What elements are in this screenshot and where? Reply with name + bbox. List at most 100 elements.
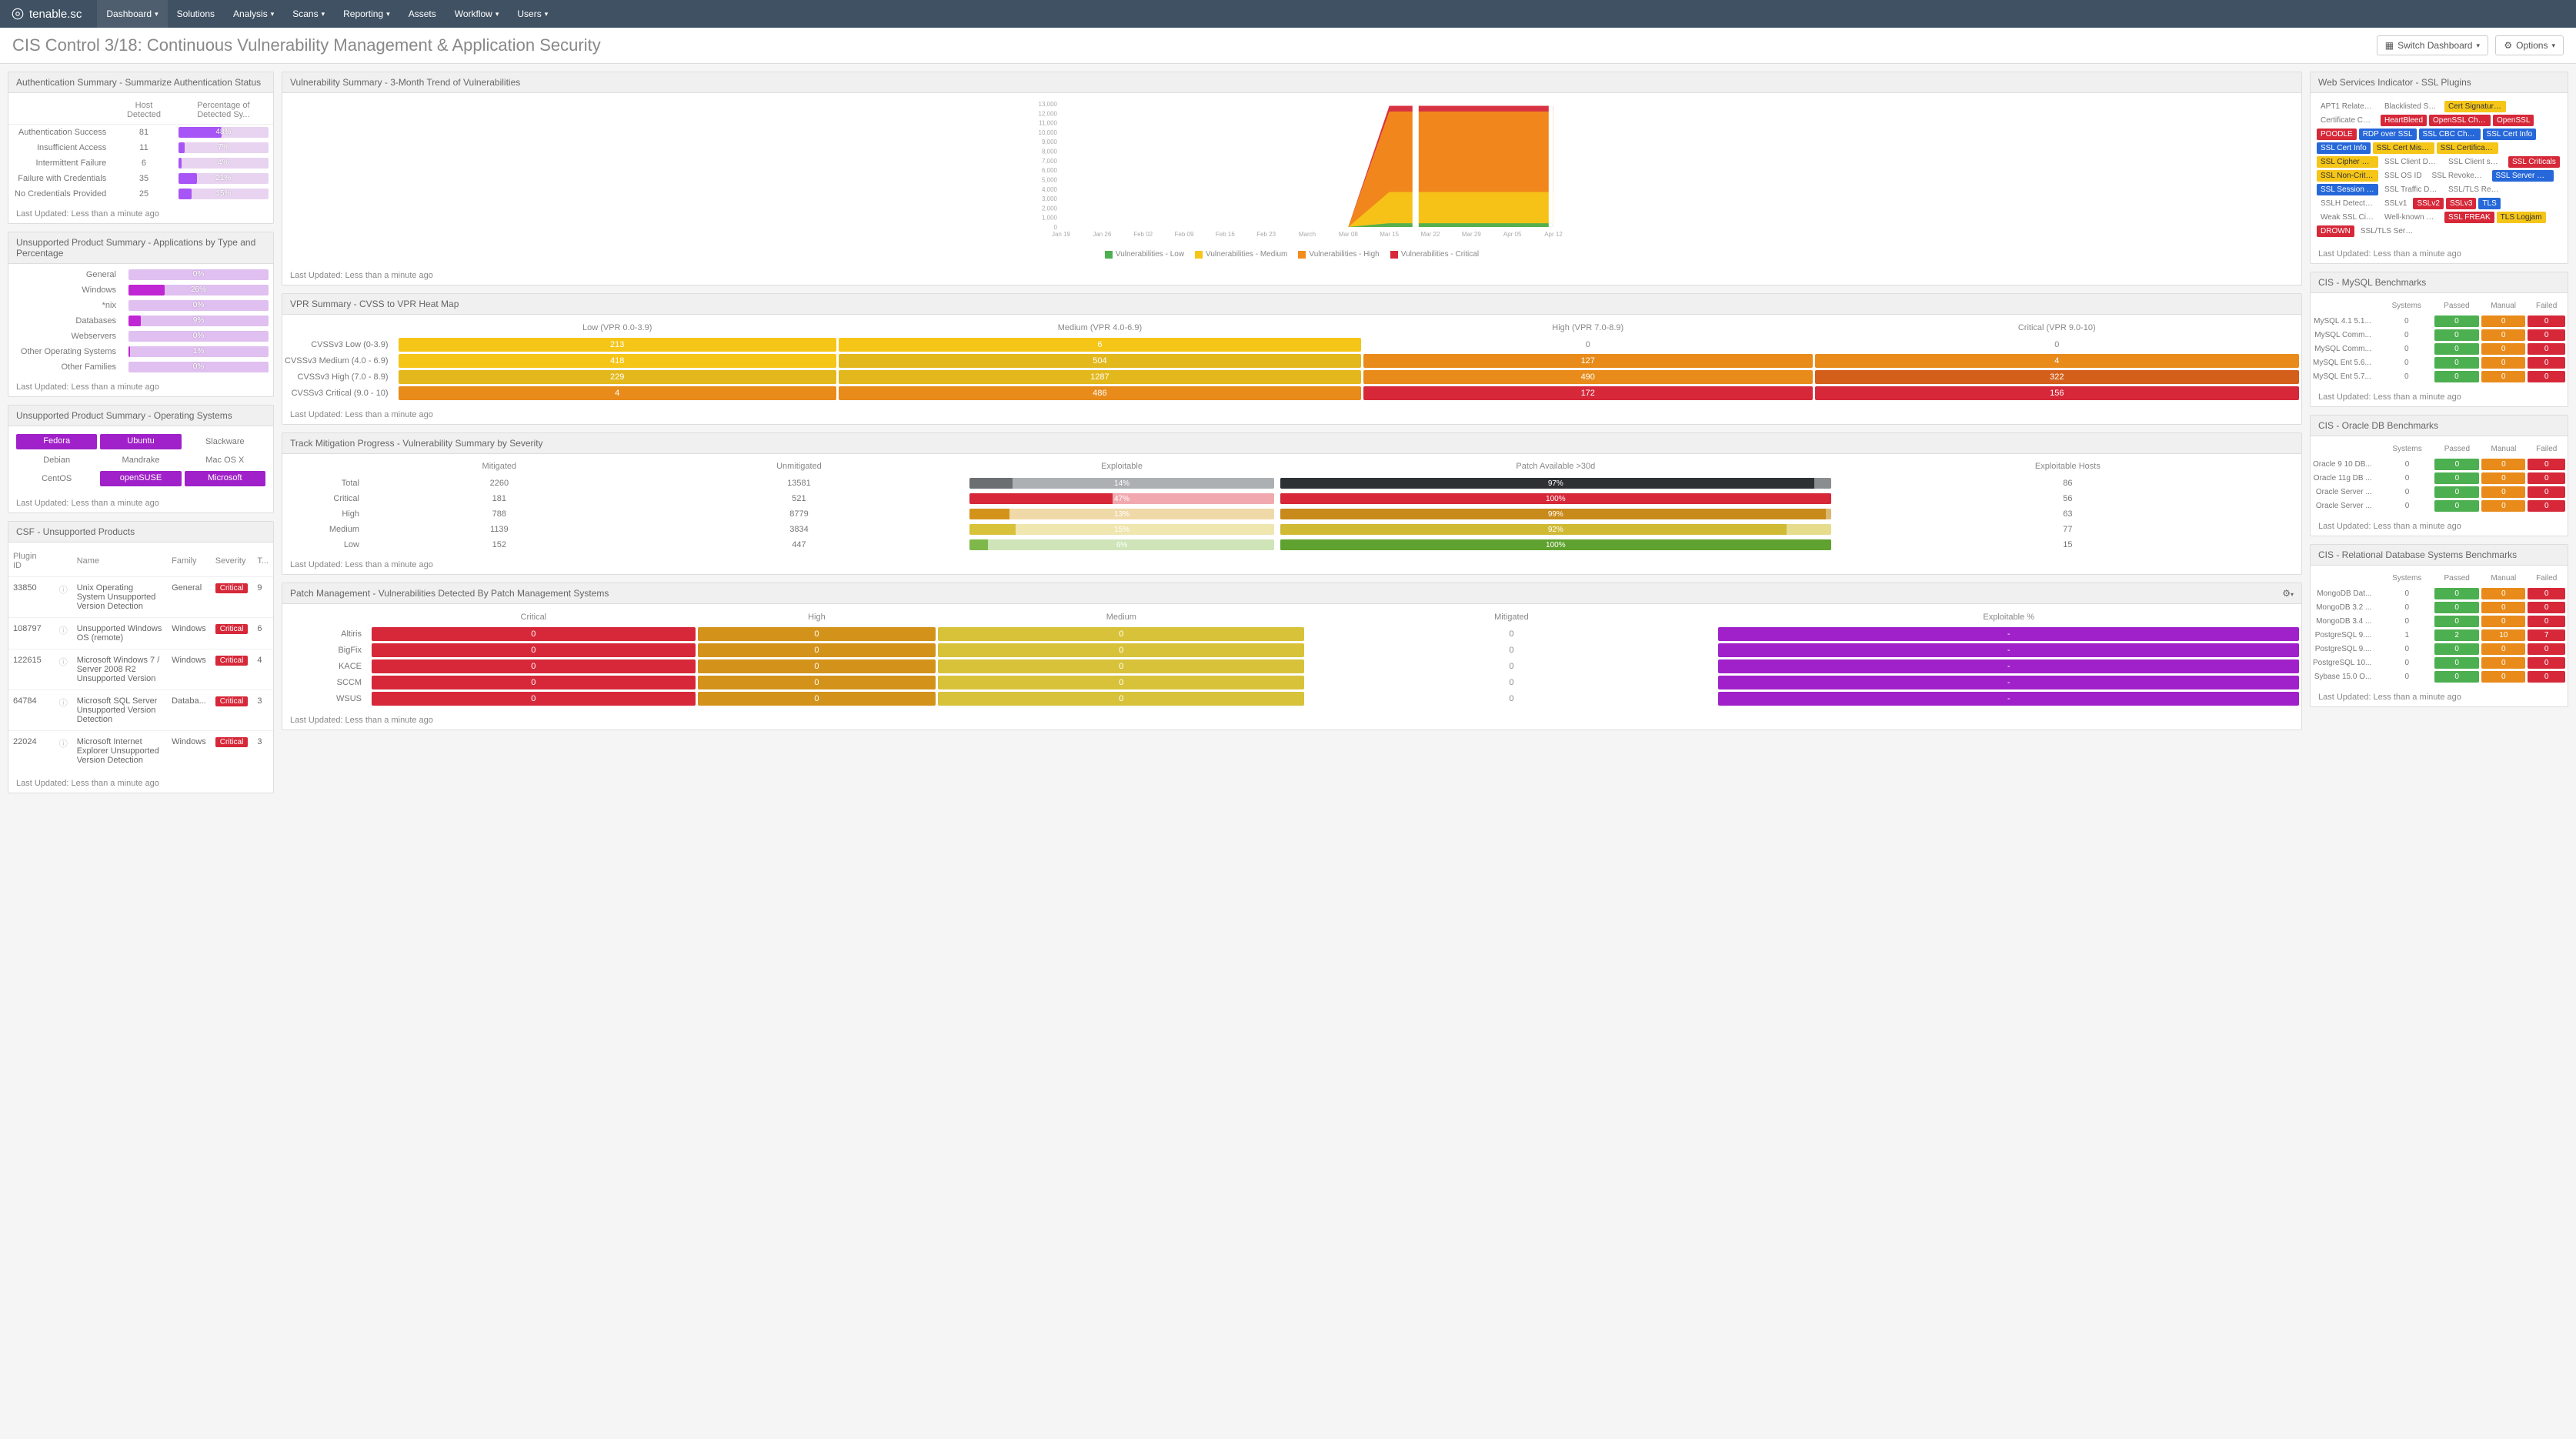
ssl-tag[interactable]: SSLv2	[2413, 198, 2443, 209]
pm-cell[interactable]: 0	[372, 692, 696, 706]
ssl-tag[interactable]: SSL Session Re	[2317, 184, 2378, 195]
table-row[interactable]: *nix0%	[8, 298, 273, 313]
info-icon[interactable]: ⓘ	[52, 731, 72, 772]
pm-cell[interactable]: 0	[372, 659, 696, 673]
table-row[interactable]: 33850ⓘUnix Operating System Unsupported …	[8, 577, 273, 618]
passed[interactable]: 0	[2434, 329, 2479, 341]
passed[interactable]: 0	[2434, 459, 2479, 470]
pm-cell[interactable]: 0	[938, 692, 1304, 706]
os-pill[interactable]: Mac OS X	[185, 452, 265, 468]
ssl-tag[interactable]: TLS	[2478, 198, 2500, 209]
passed[interactable]: 0	[2434, 486, 2479, 498]
failed[interactable]: 0	[2528, 459, 2565, 470]
failed[interactable]: 7	[2528, 629, 2565, 641]
ssl-tag[interactable]: SSL Revoked Ce	[2428, 170, 2490, 182]
options-button[interactable]: ⚙ Options ▾	[2495, 35, 2564, 55]
ssl-tag[interactable]: SSL FREAK	[2444, 212, 2494, 223]
ssl-tag[interactable]: SSL Client sessio	[2444, 156, 2506, 168]
failed[interactable]: 0	[2528, 472, 2565, 484]
ssl-tag[interactable]: SSL CBC Chaini	[2419, 129, 2481, 140]
failed[interactable]: 0	[2528, 371, 2565, 382]
heat-cell[interactable]: 0	[1363, 338, 1813, 352]
os-pill[interactable]: Ubuntu	[100, 434, 181, 449]
pm-cell[interactable]: 0	[372, 643, 696, 657]
passed[interactable]: 2	[2434, 629, 2479, 641]
ssl-tag[interactable]: DROWN	[2317, 225, 2354, 237]
failed[interactable]: 0	[2528, 343, 2565, 355]
table-row[interactable]: No Credentials Provided2515%	[8, 186, 273, 202]
pm-cell[interactable]: 0	[698, 643, 936, 657]
heat-cell[interactable]: 172	[1363, 386, 1813, 400]
table-row[interactable]: Webservers0%	[8, 329, 273, 344]
ssl-tag[interactable]: SSL/TLS Service	[2357, 225, 2418, 237]
info-icon[interactable]: ⓘ	[52, 690, 72, 731]
info-icon[interactable]: ⓘ	[52, 649, 72, 690]
ssl-tag[interactable]: HeartBleed	[2381, 115, 2427, 126]
manual[interactable]: 0	[2481, 588, 2525, 599]
manual[interactable]: 0	[2481, 316, 2525, 327]
os-pill[interactable]: openSUSE	[100, 471, 181, 486]
ssl-tag[interactable]: SSLH Detection	[2317, 198, 2378, 209]
table-row[interactable]: Windows26%	[8, 282, 273, 298]
ssl-tag[interactable]: Blacklisted SSL C	[2381, 101, 2442, 112]
pm-cell[interactable]: 0	[1306, 659, 1716, 673]
table-row[interactable]: Other Families0%	[8, 359, 273, 375]
pm-cell[interactable]: 0	[1306, 643, 1716, 657]
ssl-tag[interactable]: POODLE	[2317, 129, 2357, 140]
passed[interactable]: 0	[2434, 357, 2479, 369]
info-icon[interactable]: ⓘ	[52, 577, 72, 618]
manual[interactable]: 10	[2481, 629, 2525, 641]
passed[interactable]: 0	[2434, 316, 2479, 327]
pm-cell[interactable]: 0	[938, 643, 1304, 657]
table-row[interactable]: 64784ⓘMicrosoft SQL Server Unsupported V…	[8, 690, 273, 731]
manual[interactable]: 0	[2481, 616, 2525, 627]
heat-cell[interactable]: 213	[399, 338, 836, 352]
manual[interactable]: 0	[2481, 329, 2525, 341]
pm-cell[interactable]: 0	[698, 627, 936, 641]
ssl-tag[interactable]: SSLv3	[2446, 198, 2476, 209]
table-row[interactable]: Intermittent Failure64%	[8, 155, 273, 171]
pm-cell[interactable]: 0	[1306, 692, 1716, 706]
heat-cell[interactable]: 127	[1363, 354, 1813, 368]
os-pill[interactable]: Slackware	[185, 434, 265, 449]
heat-cell[interactable]: 4	[399, 386, 836, 400]
passed[interactable]: 0	[2434, 657, 2479, 669]
manual[interactable]: 0	[2481, 657, 2525, 669]
ssl-tag[interactable]: SSL Certificate E	[2437, 142, 2498, 154]
os-pill[interactable]: Mandrake	[100, 452, 181, 468]
pm-cell[interactable]: 0	[698, 676, 936, 689]
ssl-tag[interactable]: SSL Client Detec	[2381, 156, 2442, 168]
passed[interactable]: 0	[2434, 588, 2479, 599]
failed[interactable]: 0	[2528, 602, 2565, 613]
passed[interactable]: 0	[2434, 343, 2479, 355]
heat-cell[interactable]: 6	[839, 338, 1361, 352]
heat-cell[interactable]: 1287	[839, 370, 1361, 384]
passed[interactable]: 0	[2434, 616, 2479, 627]
table-row[interactable]: 22024ⓘMicrosoft Internet Explorer Unsupp…	[8, 731, 273, 772]
passed[interactable]: 0	[2434, 643, 2479, 655]
ssl-tag[interactable]: APT1 Related SS	[2317, 101, 2378, 112]
ssl-tag[interactable]: SSL/TLS Renego	[2444, 184, 2506, 195]
table-row[interactable]: Databases9%	[8, 313, 273, 329]
manual[interactable]: 0	[2481, 343, 2525, 355]
failed[interactable]: 0	[2528, 357, 2565, 369]
ssl-tag[interactable]: SSL Cipher Suit	[2317, 156, 2378, 168]
nav-item-analysis[interactable]: Analysis▾	[224, 0, 283, 28]
pm-cell[interactable]: -	[1718, 692, 2299, 706]
ssl-tag[interactable]: SSL Non-Critica	[2317, 170, 2378, 182]
table-row[interactable]: Other Operating Systems1%	[8, 344, 273, 359]
table-row[interactable]: Failure with Credentials3521%	[8, 171, 273, 186]
heat-cell[interactable]: 229	[399, 370, 836, 384]
switch-dashboard-button[interactable]: ▦ Switch Dashboard ▾	[2377, 35, 2488, 55]
ssl-tag[interactable]: SSL OS ID	[2381, 170, 2426, 182]
heat-cell[interactable]: 486	[839, 386, 1361, 400]
ssl-tag[interactable]: Weak SSL Ciphe	[2317, 212, 2378, 223]
ssl-tag[interactable]: Cert Signature tr	[2444, 101, 2506, 112]
nav-item-reporting[interactable]: Reporting▾	[334, 0, 399, 28]
nav-item-assets[interactable]: Assets	[399, 0, 445, 28]
failed[interactable]: 0	[2528, 500, 2565, 512]
ssl-tag[interactable]: OpenSSL	[2493, 115, 2534, 126]
pm-cell[interactable]: 0	[372, 627, 696, 641]
failed[interactable]: 0	[2528, 329, 2565, 341]
manual[interactable]: 0	[2481, 472, 2525, 484]
